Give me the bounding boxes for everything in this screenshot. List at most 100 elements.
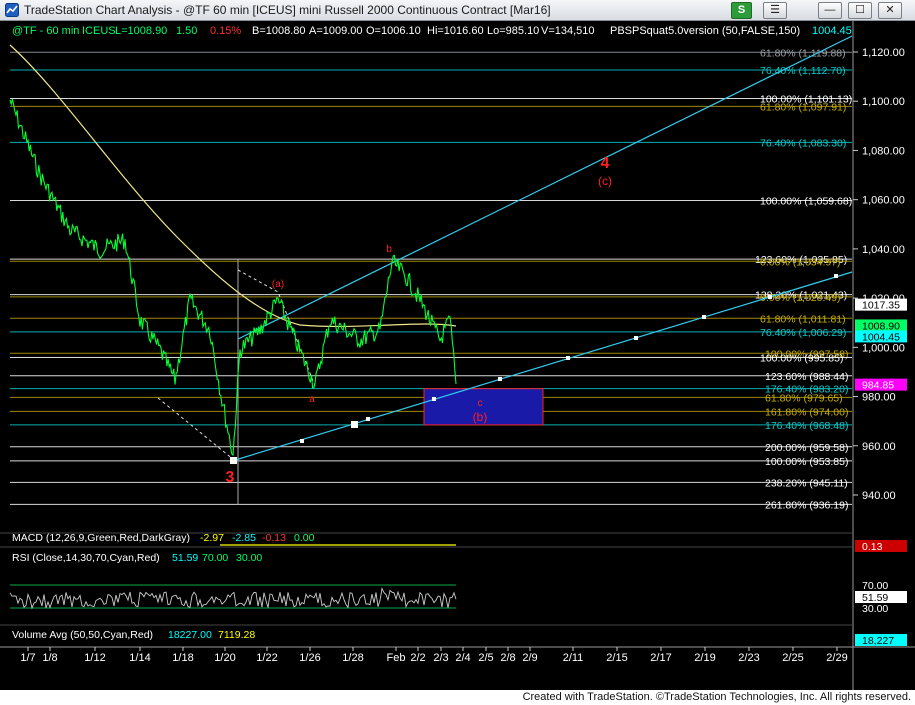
rsi-title: RSI (Close,14,30,70,Cyan,Red): [12, 552, 160, 564]
date-axis-tick-label: 1/22: [256, 652, 277, 664]
price-axis-tick-label: 1,100.00: [862, 96, 905, 108]
rsi-axis-label: 70.00: [862, 580, 888, 592]
date-axis-tick-label: 2/19: [694, 652, 715, 664]
price-tag-value: 1017.35: [862, 300, 900, 312]
price-axis-tick-label: 960.00: [862, 441, 896, 453]
date-axis-tick-label: 2/11: [563, 652, 584, 664]
channel-point-marker: [366, 417, 370, 421]
window-title: TradeStation Chart Analysis - @TF 60 min…: [24, 3, 551, 17]
minimize-button[interactable]: —: [818, 2, 842, 19]
fib-level-label: 61.80% (1,119.88): [760, 47, 846, 59]
fib-level-label: 100.00% (1,059.68): [760, 195, 852, 207]
fib-level-label: 100.00% (995.85): [760, 353, 843, 365]
header-symbol: @TF - 60 min: [12, 25, 79, 37]
fib-level-label: 123.60% (988.44): [765, 371, 848, 383]
macd-value: -2.97: [200, 532, 224, 544]
maximize-button[interactable]: ☐: [848, 2, 872, 19]
date-axis-tick-label: 1/8: [42, 652, 57, 664]
price-tag-value: 1004.45: [862, 331, 900, 343]
header-high: Hi=1016.60: [427, 25, 484, 37]
date-axis-tick-label: 2/15: [606, 652, 627, 664]
macd-title: MACD (12,26,9,Green,Red,DarkGray): [12, 532, 190, 544]
wave-label: b: [386, 244, 392, 255]
fib-level-label: 176.40% (968.48): [765, 420, 848, 432]
date-axis-tick-label: 2/5: [478, 652, 493, 664]
wave-label: (a): [272, 279, 284, 290]
channel-anchor-marker: [351, 421, 358, 428]
fib-level-label: 61.80% (1,011.81): [760, 313, 846, 325]
fib-level-label: 0.00% (1,034.97): [760, 256, 841, 268]
title-bar[interactable]: TradeStation Chart Analysis - @TF 60 min…: [0, 0, 915, 21]
close-button[interactable]: ✕: [878, 2, 902, 19]
date-axis-tick-label: 2/2: [410, 652, 425, 664]
wave-3-low-marker: [230, 457, 237, 464]
fib-level-label: 76.40% (1,083.30): [760, 137, 846, 149]
header-volume: V=134,510: [541, 25, 595, 37]
footer: Created with TradeStation. ©TradeStation…: [0, 690, 915, 705]
wave-label: (b): [473, 410, 488, 424]
price-axis-tick-label: 1,080.00: [862, 145, 905, 157]
price-axis-tick-label: 980.00: [862, 392, 896, 404]
channel-point-marker: [834, 274, 838, 278]
volume-tag-value: 18,227: [862, 635, 894, 647]
date-axis-tick-label: 2/3: [433, 652, 448, 664]
date-axis-tick-label: Feb: [387, 652, 406, 664]
header-bid: B=1008.80: [252, 25, 306, 37]
fib-level-label: 76.40% (1,006.29): [760, 327, 846, 339]
macd-value: 0.00: [294, 532, 315, 544]
date-axis-tick-label: 2/4: [455, 652, 470, 664]
footer-copyright: Created with TradeStation. ©TradeStation…: [522, 691, 911, 703]
date-axis-tick-label: 1/28: [342, 652, 363, 664]
date-axis-tick-label: 1/14: [129, 652, 150, 664]
wave-label: 3: [226, 469, 235, 486]
date-axis-tick-label: 2/17: [650, 652, 671, 664]
fib-level-label: 100.00% (953.85): [765, 456, 848, 468]
macd-value: -0.13: [262, 532, 286, 544]
wave-dash-line: [157, 397, 235, 461]
price-axis-tick-label: 1,000.00: [862, 342, 905, 354]
strategy-button[interactable]: S: [731, 2, 752, 19]
price-axis-tick-label: 1,120.00: [862, 47, 905, 59]
volume-value: 18227.00: [168, 629, 212, 641]
price-axis-tick-label: 940.00: [862, 490, 896, 502]
channel-lower-line: [231, 271, 853, 462]
chart-window: 1,120.00 1,100.00 1,080.00 1,060.00 1,040.00…: [0, 0, 915, 690]
date-axis-tick-label: 2/9: [522, 652, 537, 664]
rsi-value: 30.00: [236, 552, 262, 564]
channel-point-marker: [300, 439, 304, 443]
wave-label: a: [309, 394, 315, 405]
channel-point-marker: [566, 356, 570, 360]
fib-level-label: 200.00% (959.58): [765, 442, 848, 454]
fib-level-label: 61.80% (1,097.91): [760, 101, 846, 113]
rsi-value: 51.59: [172, 552, 198, 564]
date-axis-tick-label: 1/12: [84, 652, 105, 664]
fib-level-label: 161.80% (974.00): [765, 406, 848, 418]
wave-label: c: [478, 398, 483, 409]
date-axis-tick-label: 2/8: [500, 652, 515, 664]
rsi-axis-label: 30.00: [862, 603, 888, 615]
chart-svg[interactable]: 1,120.00 1,100.00 1,080.00 1,060.00 1,040.00…: [0, 0, 915, 690]
price-axis-tick-label: 1,060.00: [862, 195, 905, 207]
rsi-line: [9, 587, 457, 610]
price-axis-tick-label: 1,040.00: [862, 244, 905, 256]
header-exchange: ICEUS: [82, 25, 116, 37]
volume-value: 7119.28: [218, 629, 255, 641]
date-axis-tick-label: 2/25: [782, 652, 803, 664]
channel-point-marker: [702, 315, 706, 319]
header-study_value: 1004.45: [812, 25, 852, 37]
menu-icon[interactable]: ☰: [763, 2, 787, 19]
fib-level-label: 61.80% (979.65): [765, 392, 843, 404]
rsi-value: 70.00: [202, 552, 228, 564]
channel-point-marker: [768, 295, 772, 299]
tradestation-app-icon: [5, 3, 19, 17]
volume-title: Volume Avg (50,50,Cyan,Red): [12, 629, 153, 641]
header-low: Lo=985.10: [487, 25, 539, 37]
date-axis-tick-label: 1/26: [299, 652, 320, 664]
header-pct: 0.15%: [210, 25, 241, 37]
fib-level-label: 0.00% (1,020.49): [760, 292, 841, 304]
macd-tag-value: 0.13: [862, 541, 883, 553]
header-study: PBSPSquat5.0version (50,FALSE,150): [610, 25, 800, 37]
header-open: O=1006.10: [366, 25, 421, 37]
date-axis-tick-label: 2/29: [826, 652, 847, 664]
wave-label: (c): [598, 174, 612, 188]
